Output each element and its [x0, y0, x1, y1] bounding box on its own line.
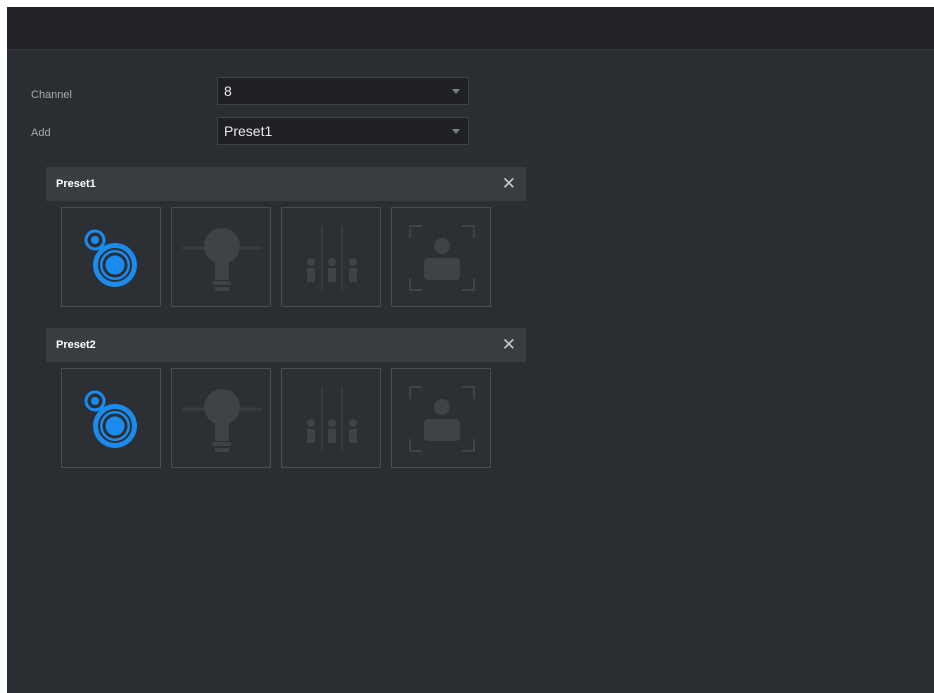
- ptz-target-icon: [84, 390, 137, 448]
- preset-panel: Preset2 ✕: [46, 328, 526, 474]
- channel-label: Channel: [31, 89, 72, 101]
- people-counting-icon: [307, 226, 357, 290]
- people-counting-tile[interactable]: [281, 207, 381, 307]
- light-tile[interactable]: [171, 207, 271, 307]
- add-preset-select[interactable]: Preset1: [217, 117, 469, 145]
- add-preset-select-value: Preset1: [224, 123, 273, 139]
- ptz-target-tile[interactable]: [61, 207, 161, 307]
- close-icon[interactable]: ✕: [502, 167, 516, 201]
- chevron-down-icon: [452, 129, 460, 134]
- face-recognition-tile[interactable]: [391, 207, 491, 307]
- preset-title: Preset2: [56, 339, 96, 351]
- main-window: Channel 8 Add Preset1 Preset1 ✕ Preset2 …: [7, 7, 934, 693]
- title-bar: [7, 7, 934, 50]
- preset-title: Preset1: [56, 178, 96, 190]
- preset-header: Preset2 ✕: [46, 328, 526, 362]
- people-counting-tile[interactable]: [281, 368, 381, 468]
- preset-action-tiles: [46, 201, 526, 313]
- preset-header: Preset1 ✕: [46, 167, 526, 201]
- close-icon[interactable]: ✕: [502, 328, 516, 362]
- ptz-target-icon: [84, 229, 137, 287]
- preset-action-tiles: [46, 362, 526, 474]
- lightbulb-icon: [182, 389, 262, 452]
- light-tile[interactable]: [171, 368, 271, 468]
- face-recognition-icon: [409, 225, 475, 291]
- lightbulb-icon: [182, 228, 262, 291]
- people-counting-icon: [307, 387, 357, 451]
- face-recognition-tile[interactable]: [391, 368, 491, 468]
- face-recognition-icon: [409, 386, 475, 452]
- preset-panel: Preset1 ✕: [46, 167, 526, 313]
- chevron-down-icon: [452, 89, 460, 94]
- channel-select[interactable]: 8: [217, 77, 469, 105]
- add-label: Add: [31, 127, 51, 139]
- ptz-target-tile[interactable]: [61, 368, 161, 468]
- channel-select-value: 8: [224, 83, 232, 99]
